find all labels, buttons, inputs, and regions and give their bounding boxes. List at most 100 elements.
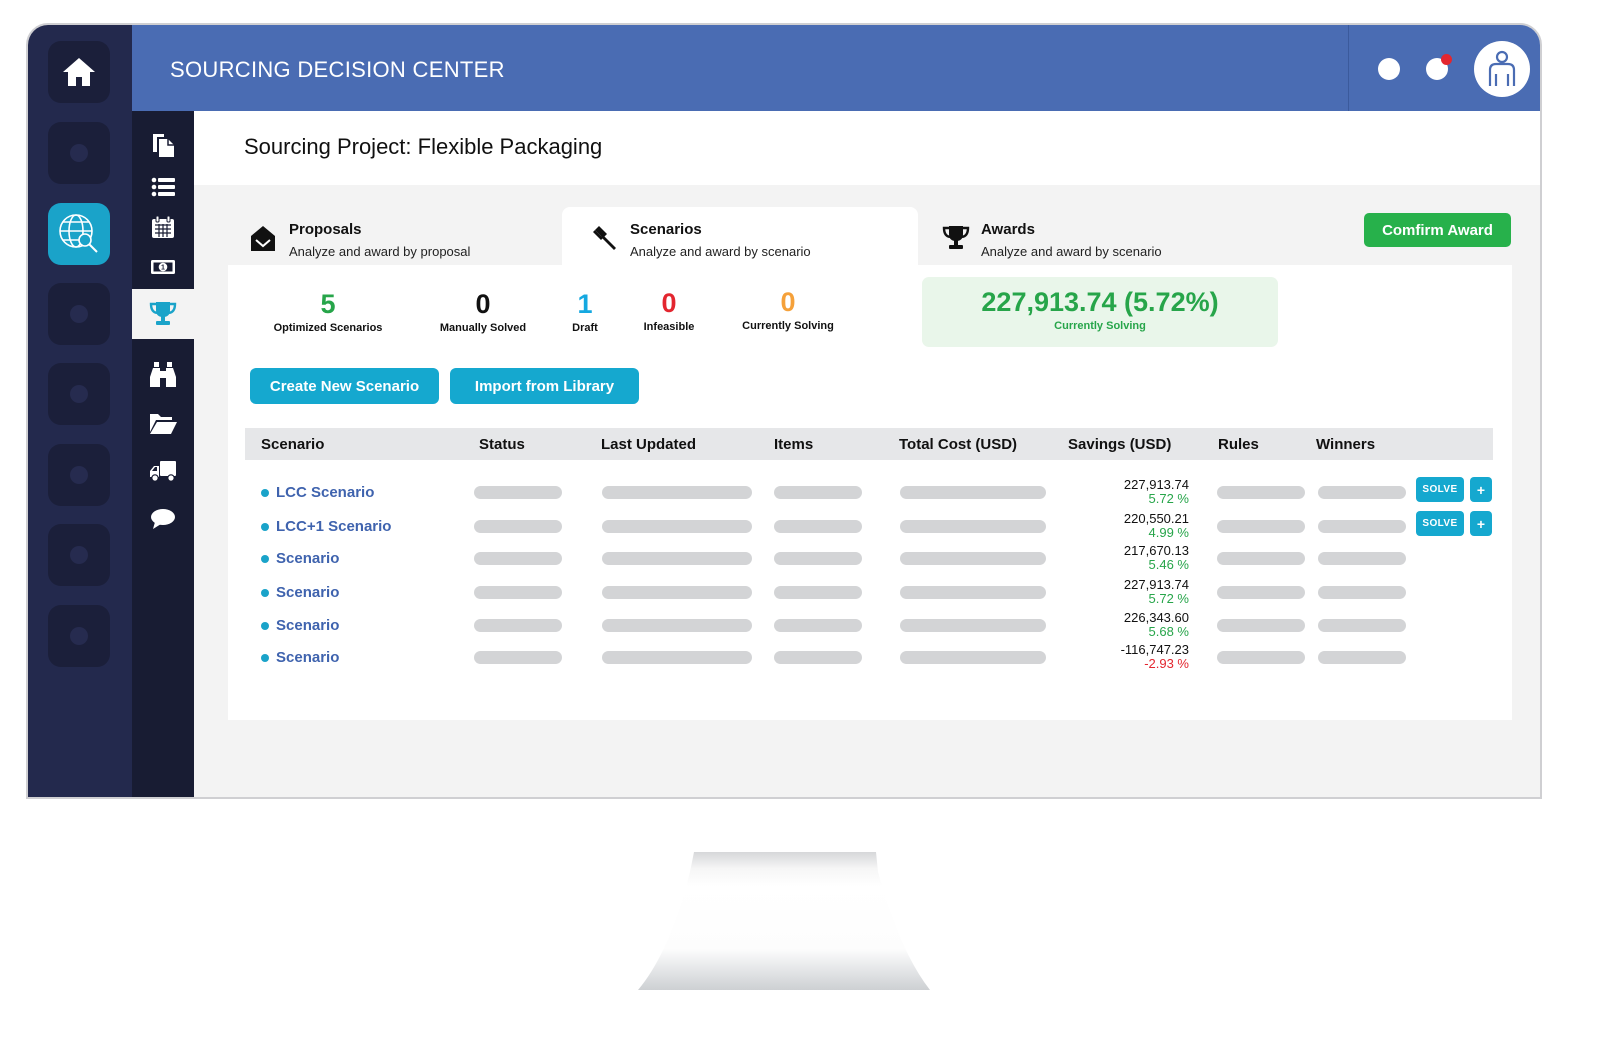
- add-button[interactable]: +: [1470, 511, 1492, 536]
- secondary-nav: 1: [132, 111, 194, 797]
- add-button[interactable]: +: [1470, 477, 1492, 502]
- stat-value: 1: [577, 289, 593, 319]
- col-items[interactable]: Items: [774, 436, 813, 453]
- rules-placeholder: [1217, 520, 1305, 533]
- subnav-trophy[interactable]: [132, 289, 194, 339]
- col-status[interactable]: Status: [479, 436, 525, 453]
- winners-placeholder: [1318, 552, 1406, 565]
- winners-placeholder: [1318, 520, 1406, 533]
- savings-cell: -116,747.23 -2.93 %: [1055, 642, 1189, 671]
- rules-placeholder: [1217, 651, 1305, 664]
- scenario-name: Scenario: [276, 550, 340, 567]
- create-new-scenario-button[interactable]: Create New Scenario: [250, 368, 439, 404]
- stat-value: 5: [320, 289, 336, 319]
- solve-button[interactable]: SOLVE: [1416, 511, 1464, 536]
- savings-amount: 220,550.21: [1123, 511, 1189, 526]
- monitor-stand: [638, 852, 930, 990]
- tab-awards-name: Awards: [981, 221, 1035, 238]
- savings-amount: 227,913.74: [1123, 477, 1189, 492]
- rules-placeholder: [1217, 586, 1305, 599]
- total-cost-placeholder: [900, 651, 1046, 664]
- app-title: SOURCING DECISION CENTER: [170, 57, 505, 82]
- total-cost-placeholder: [900, 619, 1046, 632]
- user-avatar-icon: [1488, 50, 1516, 86]
- scenario-name: LCC+1 Scenario: [276, 518, 392, 535]
- monitor-screen: SOURCING DECISION CENTER 1 Sourcing Proj…: [26, 23, 1542, 799]
- rail-button-7[interactable]: [48, 524, 110, 586]
- topbar-divider: [1348, 25, 1349, 111]
- rail-button-8[interactable]: [48, 605, 110, 667]
- gavel-icon: [593, 226, 616, 250]
- trophy-icon: [942, 226, 970, 249]
- subnav-calendar[interactable]: [132, 205, 194, 249]
- tab-awards[interactable]: Awards Analyze and award by scenario: [918, 207, 1318, 265]
- placeholder-dot-icon: [70, 466, 88, 484]
- scenario-link[interactable]: LCC Scenario: [261, 484, 374, 501]
- truck-icon: [150, 461, 176, 482]
- solve-button[interactable]: SOLVE: [1416, 477, 1464, 502]
- rail-button-4[interactable]: [48, 283, 110, 345]
- savings-amount: 217,670.13: [1123, 543, 1189, 558]
- table-row: Scenario 227,913.74 5.72 %: [245, 577, 1493, 608]
- subnav-truck[interactable]: [132, 449, 194, 493]
- rules-placeholder: [1217, 552, 1305, 565]
- scenario-name: Scenario: [276, 617, 340, 634]
- subnav-list[interactable]: [132, 165, 194, 209]
- last-updated-placeholder: [602, 520, 752, 533]
- tab-scenarios[interactable]: Scenarios Analyze and award by scenario: [562, 207, 918, 265]
- savings-amount: -116,747.23: [1120, 642, 1189, 657]
- col-scenario[interactable]: Scenario: [261, 436, 324, 453]
- envelope-open-icon: [251, 226, 275, 251]
- col-rules[interactable]: Rules: [1218, 436, 1259, 453]
- confirm-award-button[interactable]: Comfirm Award: [1364, 213, 1511, 247]
- import-from-library-button[interactable]: Import from Library: [450, 368, 639, 404]
- status-placeholder: [474, 586, 562, 599]
- savings-cell: 220,550.21 4.99 %: [1055, 511, 1189, 540]
- winners-placeholder: [1318, 586, 1406, 599]
- winners-placeholder: [1318, 486, 1406, 499]
- tab-proposals[interactable]: Proposals Analyze and award by proposal: [228, 207, 562, 265]
- rail-button-6[interactable]: [48, 444, 110, 506]
- status-dot-icon[interactable]: [1378, 58, 1400, 80]
- scenario-link[interactable]: Scenario: [261, 617, 339, 634]
- rules-placeholder: [1217, 486, 1305, 499]
- scenario-link[interactable]: LCC+1 Scenario: [261, 518, 391, 535]
- subnav-binoculars[interactable]: [132, 353, 194, 397]
- calendar-icon: [152, 215, 174, 238]
- summary-value: 227,913.74 (5.72%): [981, 287, 1219, 317]
- scenario-link[interactable]: Scenario: [261, 649, 339, 666]
- tab-proposals-name: Proposals: [289, 221, 362, 238]
- rail-globe-button[interactable]: [48, 203, 110, 265]
- subnav-chat[interactable]: [132, 497, 194, 541]
- table-row: LCC Scenario 227,913.74 5.72 % SOLVE +: [245, 477, 1493, 508]
- rail-home-button[interactable]: [48, 41, 110, 103]
- user-avatar[interactable]: [1474, 41, 1530, 97]
- subnav-folder[interactable]: [132, 401, 194, 445]
- last-updated-placeholder: [602, 651, 752, 664]
- scenario-link[interactable]: Scenario: [261, 550, 339, 567]
- scenario-link[interactable]: Scenario: [261, 584, 339, 601]
- chat-bubble-icon: [151, 509, 175, 529]
- savings-percent: 5.72 %: [1148, 591, 1189, 606]
- col-total-cost[interactable]: Total Cost (USD): [899, 436, 1017, 453]
- last-updated-placeholder: [602, 552, 752, 565]
- savings-amount: 226,343.60: [1123, 610, 1189, 625]
- summary-label: Currently Solving: [1054, 320, 1146, 332]
- scenario-name: Scenario: [276, 584, 340, 601]
- col-savings[interactable]: Savings (USD): [1068, 436, 1171, 453]
- status-placeholder: [474, 651, 562, 664]
- subnav-documents[interactable]: [132, 123, 194, 167]
- stat-label: Draft: [572, 322, 598, 334]
- table-header: Scenario Status Last Updated Items Total…: [245, 428, 1493, 460]
- winners-placeholder: [1318, 651, 1406, 664]
- last-updated-placeholder: [602, 619, 752, 632]
- subnav-money[interactable]: 1: [132, 245, 194, 289]
- stat-label: Manually Solved: [439, 322, 527, 334]
- items-placeholder: [774, 619, 862, 632]
- col-winners[interactable]: Winners: [1316, 436, 1375, 453]
- rail-button-2[interactable]: [48, 122, 110, 184]
- col-last-updated[interactable]: Last Updated: [601, 436, 696, 453]
- status-placeholder: [474, 552, 562, 565]
- rail-button-5[interactable]: [48, 363, 110, 425]
- savings-cell: 217,670.13 5.46 %: [1055, 543, 1189, 572]
